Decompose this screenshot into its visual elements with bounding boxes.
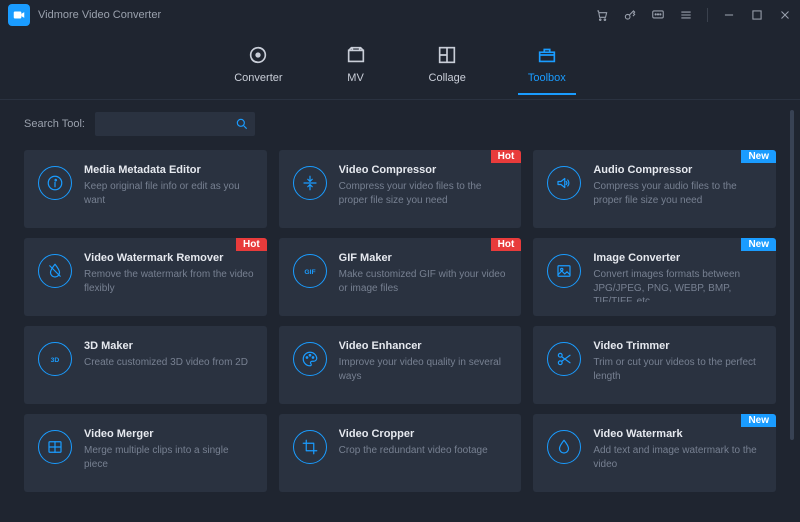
tab-label: Toolbox xyxy=(528,72,566,84)
tool-card-trimmer[interactable]: Video Trimmer Trim or cut your videos to … xyxy=(533,326,776,404)
tool-title: Video Compressor xyxy=(339,164,510,176)
tab-toolbox[interactable]: Toolbox xyxy=(522,40,572,94)
tool-desc: Merge multiple clips into a single piece xyxy=(84,444,255,471)
maximize-icon[interactable] xyxy=(750,8,764,22)
converter-icon xyxy=(247,44,269,66)
info-icon xyxy=(38,166,72,200)
toolbox-content: Search Tool: Media Metadata Editor Keep o… xyxy=(0,100,800,522)
hot-badge: Hot xyxy=(236,238,267,251)
palette-icon xyxy=(293,342,327,376)
tool-desc: Trim or cut your videos to the perfect l… xyxy=(593,356,764,383)
search-label: Search Tool: xyxy=(24,118,85,130)
crop-icon xyxy=(293,430,327,464)
tool-text: GIF Maker Make customized GIF with your v… xyxy=(339,252,510,302)
tool-text: Video Enhancer Improve your video quality… xyxy=(339,340,510,390)
tab-mv[interactable]: MV xyxy=(339,40,373,94)
tool-card-3d[interactable]: 3D Maker Create customized 3D video from … xyxy=(24,326,267,404)
new-badge: New xyxy=(741,150,776,163)
tool-title: 3D Maker xyxy=(84,340,248,352)
tool-card-metadata[interactable]: Media Metadata Editor Keep original file … xyxy=(24,150,267,228)
collage-icon xyxy=(436,44,458,66)
tab-label: Collage xyxy=(429,72,466,84)
tool-card-imgconv[interactable]: NewImage Converter Convert images formats… xyxy=(533,238,776,316)
tool-desc: Add text and image watermark to the vide… xyxy=(593,444,764,471)
image-icon xyxy=(547,254,581,288)
app-title: Vidmore Video Converter xyxy=(38,9,161,21)
tool-card-gif[interactable]: HotGIF Maker Make customized GIF with you… xyxy=(279,238,522,316)
tool-text: Video Compressor Compress your video file… xyxy=(339,164,510,214)
tool-title: GIF Maker xyxy=(339,252,510,264)
tool-title: Image Converter xyxy=(593,252,764,264)
title-bar: Vidmore Video Converter xyxy=(0,0,800,30)
scrollbar[interactable] xyxy=(790,110,794,440)
merge-icon xyxy=(38,430,72,464)
new-badge: New xyxy=(741,238,776,251)
tool-text: Media Metadata Editor Keep original file … xyxy=(84,164,255,214)
tab-label: Converter xyxy=(234,72,282,84)
tool-desc: Make customized GIF with your video or i… xyxy=(339,268,510,295)
menu-icon[interactable] xyxy=(679,8,693,22)
tool-title: Video Watermark xyxy=(593,428,764,440)
tool-card-enhancer[interactable]: Video Enhancer Improve your video quality… xyxy=(279,326,522,404)
tools-grid: Media Metadata Editor Keep original file … xyxy=(24,150,776,492)
search-input[interactable] xyxy=(95,112,255,136)
tool-card-cropper[interactable]: Video Cropper Crop the redundant video fo… xyxy=(279,414,522,492)
hot-badge: Hot xyxy=(491,238,522,251)
feedback-icon[interactable] xyxy=(651,8,665,22)
mv-icon xyxy=(345,44,367,66)
tool-title: Video Merger xyxy=(84,428,255,440)
cart-icon[interactable] xyxy=(595,8,609,22)
search-box xyxy=(95,112,255,136)
tool-desc: Keep original file info or edit as you w… xyxy=(84,180,255,207)
3d-icon xyxy=(38,342,72,376)
toolbox-icon xyxy=(536,44,558,66)
tool-text: Audio Compressor Compress your audio file… xyxy=(593,164,764,214)
tab-label: MV xyxy=(347,72,364,84)
window-controls xyxy=(595,8,792,22)
key-icon[interactable] xyxy=(623,8,637,22)
compress-icon xyxy=(293,166,327,200)
new-badge: New xyxy=(741,414,776,427)
tool-card-compressor[interactable]: HotVideo Compressor Compress your video f… xyxy=(279,150,522,228)
tool-card-merger[interactable]: Video Merger Merge multiple clips into a … xyxy=(24,414,267,492)
tool-desc: Remove the watermark from the video flex… xyxy=(84,268,255,295)
separator xyxy=(707,8,708,22)
search-row: Search Tool: xyxy=(24,112,776,136)
tool-card-audiocomp[interactable]: NewAudio Compressor Compress your audio f… xyxy=(533,150,776,228)
tool-title: Video Enhancer xyxy=(339,340,510,352)
minimize-icon[interactable] xyxy=(722,8,736,22)
droplet-off-icon xyxy=(38,254,72,288)
tool-text: 3D Maker Create customized 3D video from … xyxy=(84,340,248,390)
tool-title: Video Watermark Remover xyxy=(84,252,255,264)
tool-title: Video Cropper xyxy=(339,428,488,440)
tool-title: Video Trimmer xyxy=(593,340,764,352)
tool-text: Video Cropper Crop the redundant video fo… xyxy=(339,428,488,478)
tool-card-watermark[interactable]: NewVideo Watermark Add text and image wat… xyxy=(533,414,776,492)
tool-text: Video Watermark Add text and image waterm… xyxy=(593,428,764,478)
tab-converter[interactable]: Converter xyxy=(228,40,288,94)
app-logo xyxy=(8,4,30,26)
scissors-icon xyxy=(547,342,581,376)
tool-text: Image Converter Convert images formats be… xyxy=(593,252,764,302)
tab-collage[interactable]: Collage xyxy=(423,40,472,94)
tool-desc: Compress your audio files to the proper … xyxy=(593,180,764,207)
tool-desc: Convert images formats between JPG/JPEG,… xyxy=(593,268,764,302)
search-icon[interactable] xyxy=(235,117,249,131)
tool-desc: Improve your video quality in several wa… xyxy=(339,356,510,383)
main-tabs: Converter MV Collage Toolbox xyxy=(0,30,800,100)
droplet-icon xyxy=(547,430,581,464)
tool-text: Video Merger Merge multiple clips into a … xyxy=(84,428,255,478)
tool-title: Audio Compressor xyxy=(593,164,764,176)
tool-card-wmremove[interactable]: HotVideo Watermark Remover Remove the wat… xyxy=(24,238,267,316)
tool-text: Video Watermark Remover Remove the waterm… xyxy=(84,252,255,302)
audio-icon xyxy=(547,166,581,200)
hot-badge: Hot xyxy=(491,150,522,163)
tool-desc: Create customized 3D video from 2D xyxy=(84,356,248,370)
tool-desc: Compress your video files to the proper … xyxy=(339,180,510,207)
close-icon[interactable] xyxy=(778,8,792,22)
tool-text: Video Trimmer Trim or cut your videos to … xyxy=(593,340,764,390)
tool-title: Media Metadata Editor xyxy=(84,164,255,176)
tool-desc: Crop the redundant video footage xyxy=(339,444,488,458)
gif-icon xyxy=(293,254,327,288)
